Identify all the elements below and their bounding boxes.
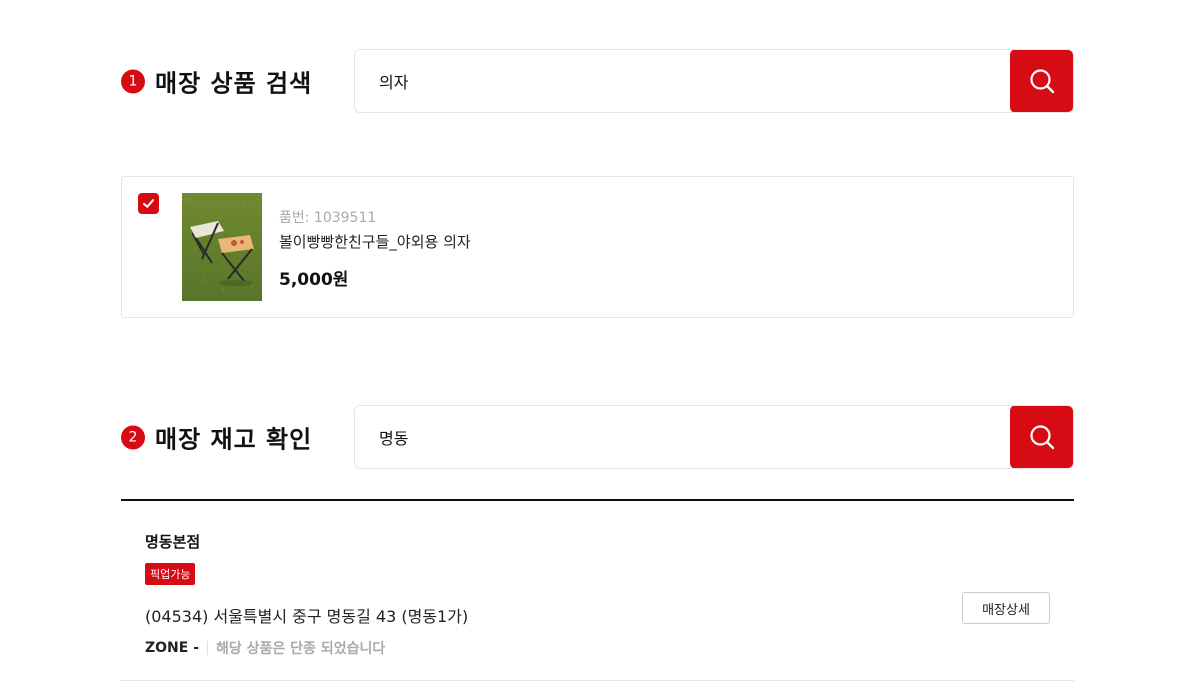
product-search-section: 1 매장 상품 검색 <box>121 49 1074 113</box>
store-search-box <box>354 405 1074 469</box>
product-checkbox[interactable] <box>138 193 159 214</box>
store-address: (04534) 서울특별시 중구 명동길 43 (명동1가) <box>145 607 469 626</box>
product-name: 볼이빵빵한친구들_야외용 의자 <box>279 233 471 251</box>
product-info: 품번: 1039511 볼이빵빵한친구들_야외용 의자 5,000원 <box>279 207 471 290</box>
stock-status-note: 해당 상품은 단종 되었습니다 <box>216 641 386 657</box>
product-code: 품번: 1039511 <box>279 210 377 226</box>
store-search-button[interactable] <box>1010 406 1073 468</box>
store-name: 명동본점 <box>145 533 201 551</box>
pickup-badge: 픽업가능 <box>145 563 196 585</box>
product-search-input[interactable] <box>355 50 1010 112</box>
product-search-title: 매장 상품 검색 <box>155 69 313 98</box>
product-search-box <box>354 49 1074 113</box>
store-stock-heading: 2 매장 재고 확인 <box>121 420 312 455</box>
store-detail-button[interactable]: 매장상세 <box>962 592 1050 624</box>
step-number-1: 1 <box>121 69 145 93</box>
product-image[interactable] <box>182 193 262 301</box>
step-number-2: 2 <box>121 425 145 449</box>
product-result-card[interactable]: 품번: 1039511 볼이빵빵한친구들_야외용 의자 5,000원 <box>121 176 1074 318</box>
zone-divider <box>207 641 209 655</box>
store-zone: ZONE - 해당 상품은 단종 되었습니다 <box>145 638 385 658</box>
product-photo <box>182 193 262 301</box>
store-stock-title: 매장 재고 확인 <box>155 425 313 454</box>
product-search-heading: 1 매장 상품 검색 <box>121 64 312 99</box>
check-icon <box>143 199 154 208</box>
product-price: 5,000원 <box>279 270 349 290</box>
store-search-input[interactable] <box>355 406 1010 468</box>
store-stock-section: 2 매장 재고 확인 <box>121 405 1074 469</box>
zone-label: ZONE - <box>145 640 200 656</box>
store-list: 명동본점 픽업가능 (04534) 서울특별시 중구 명동길 43 (명동1가)… <box>121 499 1074 681</box>
search-icon <box>1030 425 1055 450</box>
product-search-button[interactable] <box>1010 50 1073 112</box>
search-icon <box>1030 69 1055 94</box>
